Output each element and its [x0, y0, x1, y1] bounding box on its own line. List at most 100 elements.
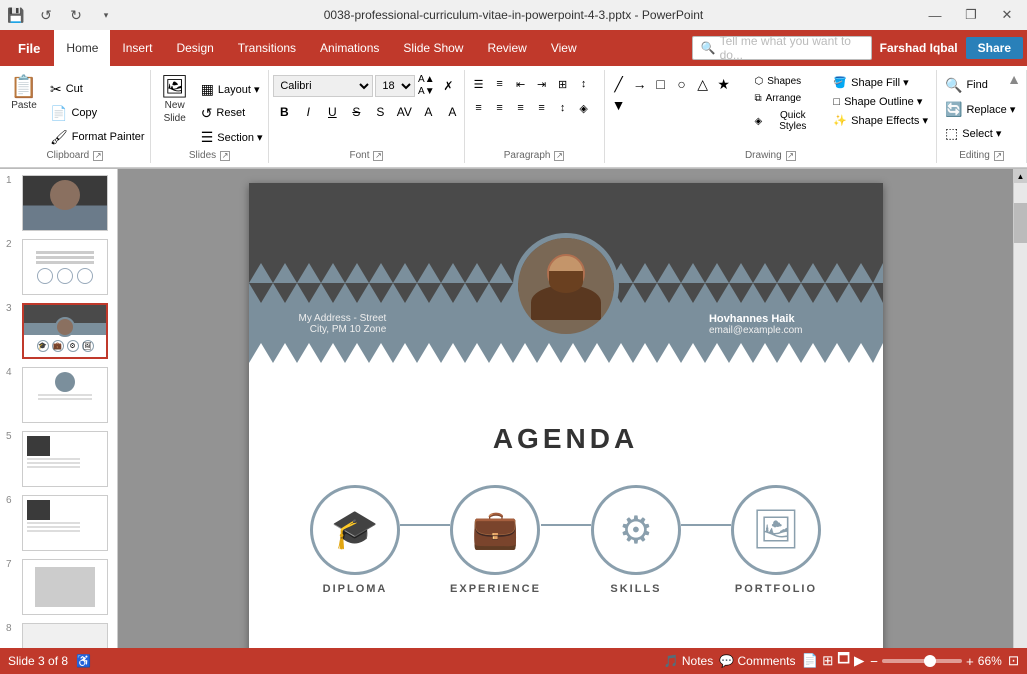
vertical-scrollbar[interactable]: ▲ ▼: [1013, 169, 1027, 674]
bullets-button[interactable]: ☰: [469, 74, 489, 94]
tab-home[interactable]: Home: [54, 30, 110, 66]
slide-thumbnail-1[interactable]: 1: [4, 173, 113, 233]
highlight-button[interactable]: A: [441, 101, 463, 123]
replace-button[interactable]: 🔄 Replace ▾: [941, 98, 1019, 120]
clipboard-buttons: 📋 Paste ✂ Cut 📄 Copy 🖌 Format Painter: [4, 70, 149, 148]
text-direction-button[interactable]: ↕: [574, 74, 594, 94]
shape-tri[interactable]: △: [693, 74, 713, 94]
layout-button[interactable]: ▦ Layout ▾: [197, 78, 267, 100]
shape-effects-button[interactable]: ✨ Shape Effects ▾: [829, 112, 932, 129]
notes-button[interactable]: 🎵 Notes: [664, 654, 714, 668]
quick-styles-button[interactable]: ◈ Quick Styles: [748, 108, 825, 134]
fit-slide-button[interactable]: ⊡: [1008, 653, 1019, 669]
shape-fill-button[interactable]: 🪣 Shape Fill ▾: [829, 74, 932, 91]
tab-design[interactable]: Design: [164, 30, 225, 66]
zoom-controls: − + 66%: [870, 654, 1002, 669]
zoom-out-button[interactable]: −: [870, 654, 878, 669]
line-spacing-button[interactable]: ↕: [553, 98, 573, 118]
bold-button[interactable]: B: [273, 101, 295, 123]
tab-insert[interactable]: Insert: [110, 30, 164, 66]
customize-quick-access-button[interactable]: ▾: [94, 3, 118, 27]
underline-button[interactable]: U: [321, 101, 343, 123]
font-size-increase-button[interactable]: A▲: [417, 74, 435, 85]
columns-button[interactable]: ⊞: [553, 74, 573, 94]
zoom-level: 66%: [978, 654, 1002, 668]
slide-thumbnail-6[interactable]: 6: [4, 493, 113, 553]
char-spacing-button[interactable]: AV: [393, 101, 415, 123]
clipboard-expand[interactable]: ↗: [93, 151, 103, 161]
tab-view[interactable]: View: [539, 30, 589, 66]
align-right-button[interactable]: ≡: [511, 98, 531, 118]
reset-button[interactable]: ↺ Reset: [197, 102, 267, 124]
scroll-track[interactable]: [1014, 183, 1027, 660]
slideshow-button[interactable]: ▶: [854, 650, 864, 672]
experience-circle: 💼: [450, 485, 540, 575]
cut-button[interactable]: ✂ Cut: [46, 78, 149, 100]
ribbon-collapse-button[interactable]: ▲: [1005, 70, 1023, 88]
italic-button[interactable]: I: [297, 101, 319, 123]
smart-art-button[interactable]: ◈: [574, 98, 594, 118]
slide-thumbnail-3[interactable]: 3 🎓 💼 ⚙ 🖼: [4, 301, 113, 361]
tab-animations[interactable]: Animations: [308, 30, 391, 66]
minimize-button[interactable]: —: [919, 3, 951, 27]
zoom-slider[interactable]: [882, 659, 962, 663]
close-button[interactable]: ✕: [991, 3, 1023, 27]
shape-star[interactable]: ★: [714, 74, 734, 94]
justify-button[interactable]: ≡: [532, 98, 552, 118]
shape-oval[interactable]: ○: [672, 74, 692, 94]
shape-rect[interactable]: □: [651, 74, 671, 94]
select-button[interactable]: ⬚ Select ▾: [941, 122, 1005, 144]
tab-review[interactable]: Review: [475, 30, 538, 66]
slide-thumbnail-5[interactable]: 5: [4, 429, 113, 489]
arrange-button[interactable]: ⧉ Arrange: [748, 91, 825, 106]
slides-expand[interactable]: ↗: [220, 151, 230, 161]
undo-button[interactable]: ↺: [34, 3, 58, 27]
normal-view-button[interactable]: 📄: [802, 650, 819, 672]
align-left-button[interactable]: ≡: [469, 98, 489, 118]
slide-thumbnail-7[interactable]: 7: [4, 557, 113, 617]
font-size-select[interactable]: 18: [375, 75, 415, 97]
shape-line[interactable]: ╱: [609, 74, 629, 94]
comments-button[interactable]: 💬 Comments: [719, 654, 795, 668]
new-slide-button[interactable]: 🖼 New Slide: [155, 74, 195, 134]
shapes-button[interactable]: ⬡ Shapes: [748, 74, 825, 89]
reading-view-button[interactable]: 🗖: [837, 650, 850, 672]
slide-thumbnail-2[interactable]: 2: [4, 237, 113, 297]
redo-button[interactable]: ↻: [64, 3, 88, 27]
scroll-up-button[interactable]: ▲: [1014, 169, 1027, 183]
shape-outline-button[interactable]: □ Shape Outline ▾: [829, 93, 932, 110]
paste-button[interactable]: 📋 Paste: [4, 74, 44, 134]
contact-right: Hovhannes Haik email@example.com: [709, 313, 803, 336]
text-shadow-button[interactable]: S: [369, 101, 391, 123]
restore-button[interactable]: ❐: [955, 3, 987, 27]
align-center-button[interactable]: ≡: [490, 98, 510, 118]
format-painter-button[interactable]: 🖌 Format Painter: [46, 126, 149, 148]
font-family-select[interactable]: Calibri: [273, 75, 373, 97]
numbering-button[interactable]: ≡: [490, 74, 510, 94]
drawing-expand[interactable]: ↗: [786, 151, 796, 161]
decrease-indent-button[interactable]: ⇤: [511, 74, 531, 94]
font-expand[interactable]: ↗: [373, 151, 383, 161]
tab-transitions[interactable]: Transitions: [226, 30, 308, 66]
file-menu-button[interactable]: File: [4, 30, 54, 66]
increase-indent-button[interactable]: ⇥: [532, 74, 552, 94]
save-button[interactable]: 💾: [4, 3, 28, 27]
copy-button[interactable]: 📄 Copy: [46, 102, 149, 124]
share-button[interactable]: Share: [966, 37, 1023, 59]
font-color-button[interactable]: A: [417, 101, 439, 123]
slide-sorter-button[interactable]: ⊞: [822, 650, 833, 672]
tell-me-search[interactable]: 🔍 Tell me what you want to do...: [692, 36, 872, 60]
slide-thumbnail-4[interactable]: 4: [4, 365, 113, 425]
strikethrough-button[interactable]: S: [345, 101, 367, 123]
tab-slide-show[interactable]: Slide Show: [391, 30, 475, 66]
paragraph-expand[interactable]: ↗: [554, 151, 564, 161]
scroll-thumb[interactable]: [1014, 203, 1027, 243]
editing-expand[interactable]: ↗: [994, 151, 1004, 161]
find-button[interactable]: 🔍 Find: [941, 74, 992, 96]
shape-more[interactable]: ▼: [609, 95, 629, 115]
clear-format-button[interactable]: ✗: [437, 75, 459, 97]
section-button[interactable]: ☰ Section ▾: [197, 126, 267, 148]
font-size-decrease-button[interactable]: A▼: [417, 86, 435, 97]
shape-arrow[interactable]: →: [630, 74, 650, 94]
zoom-in-button[interactable]: +: [966, 654, 974, 669]
